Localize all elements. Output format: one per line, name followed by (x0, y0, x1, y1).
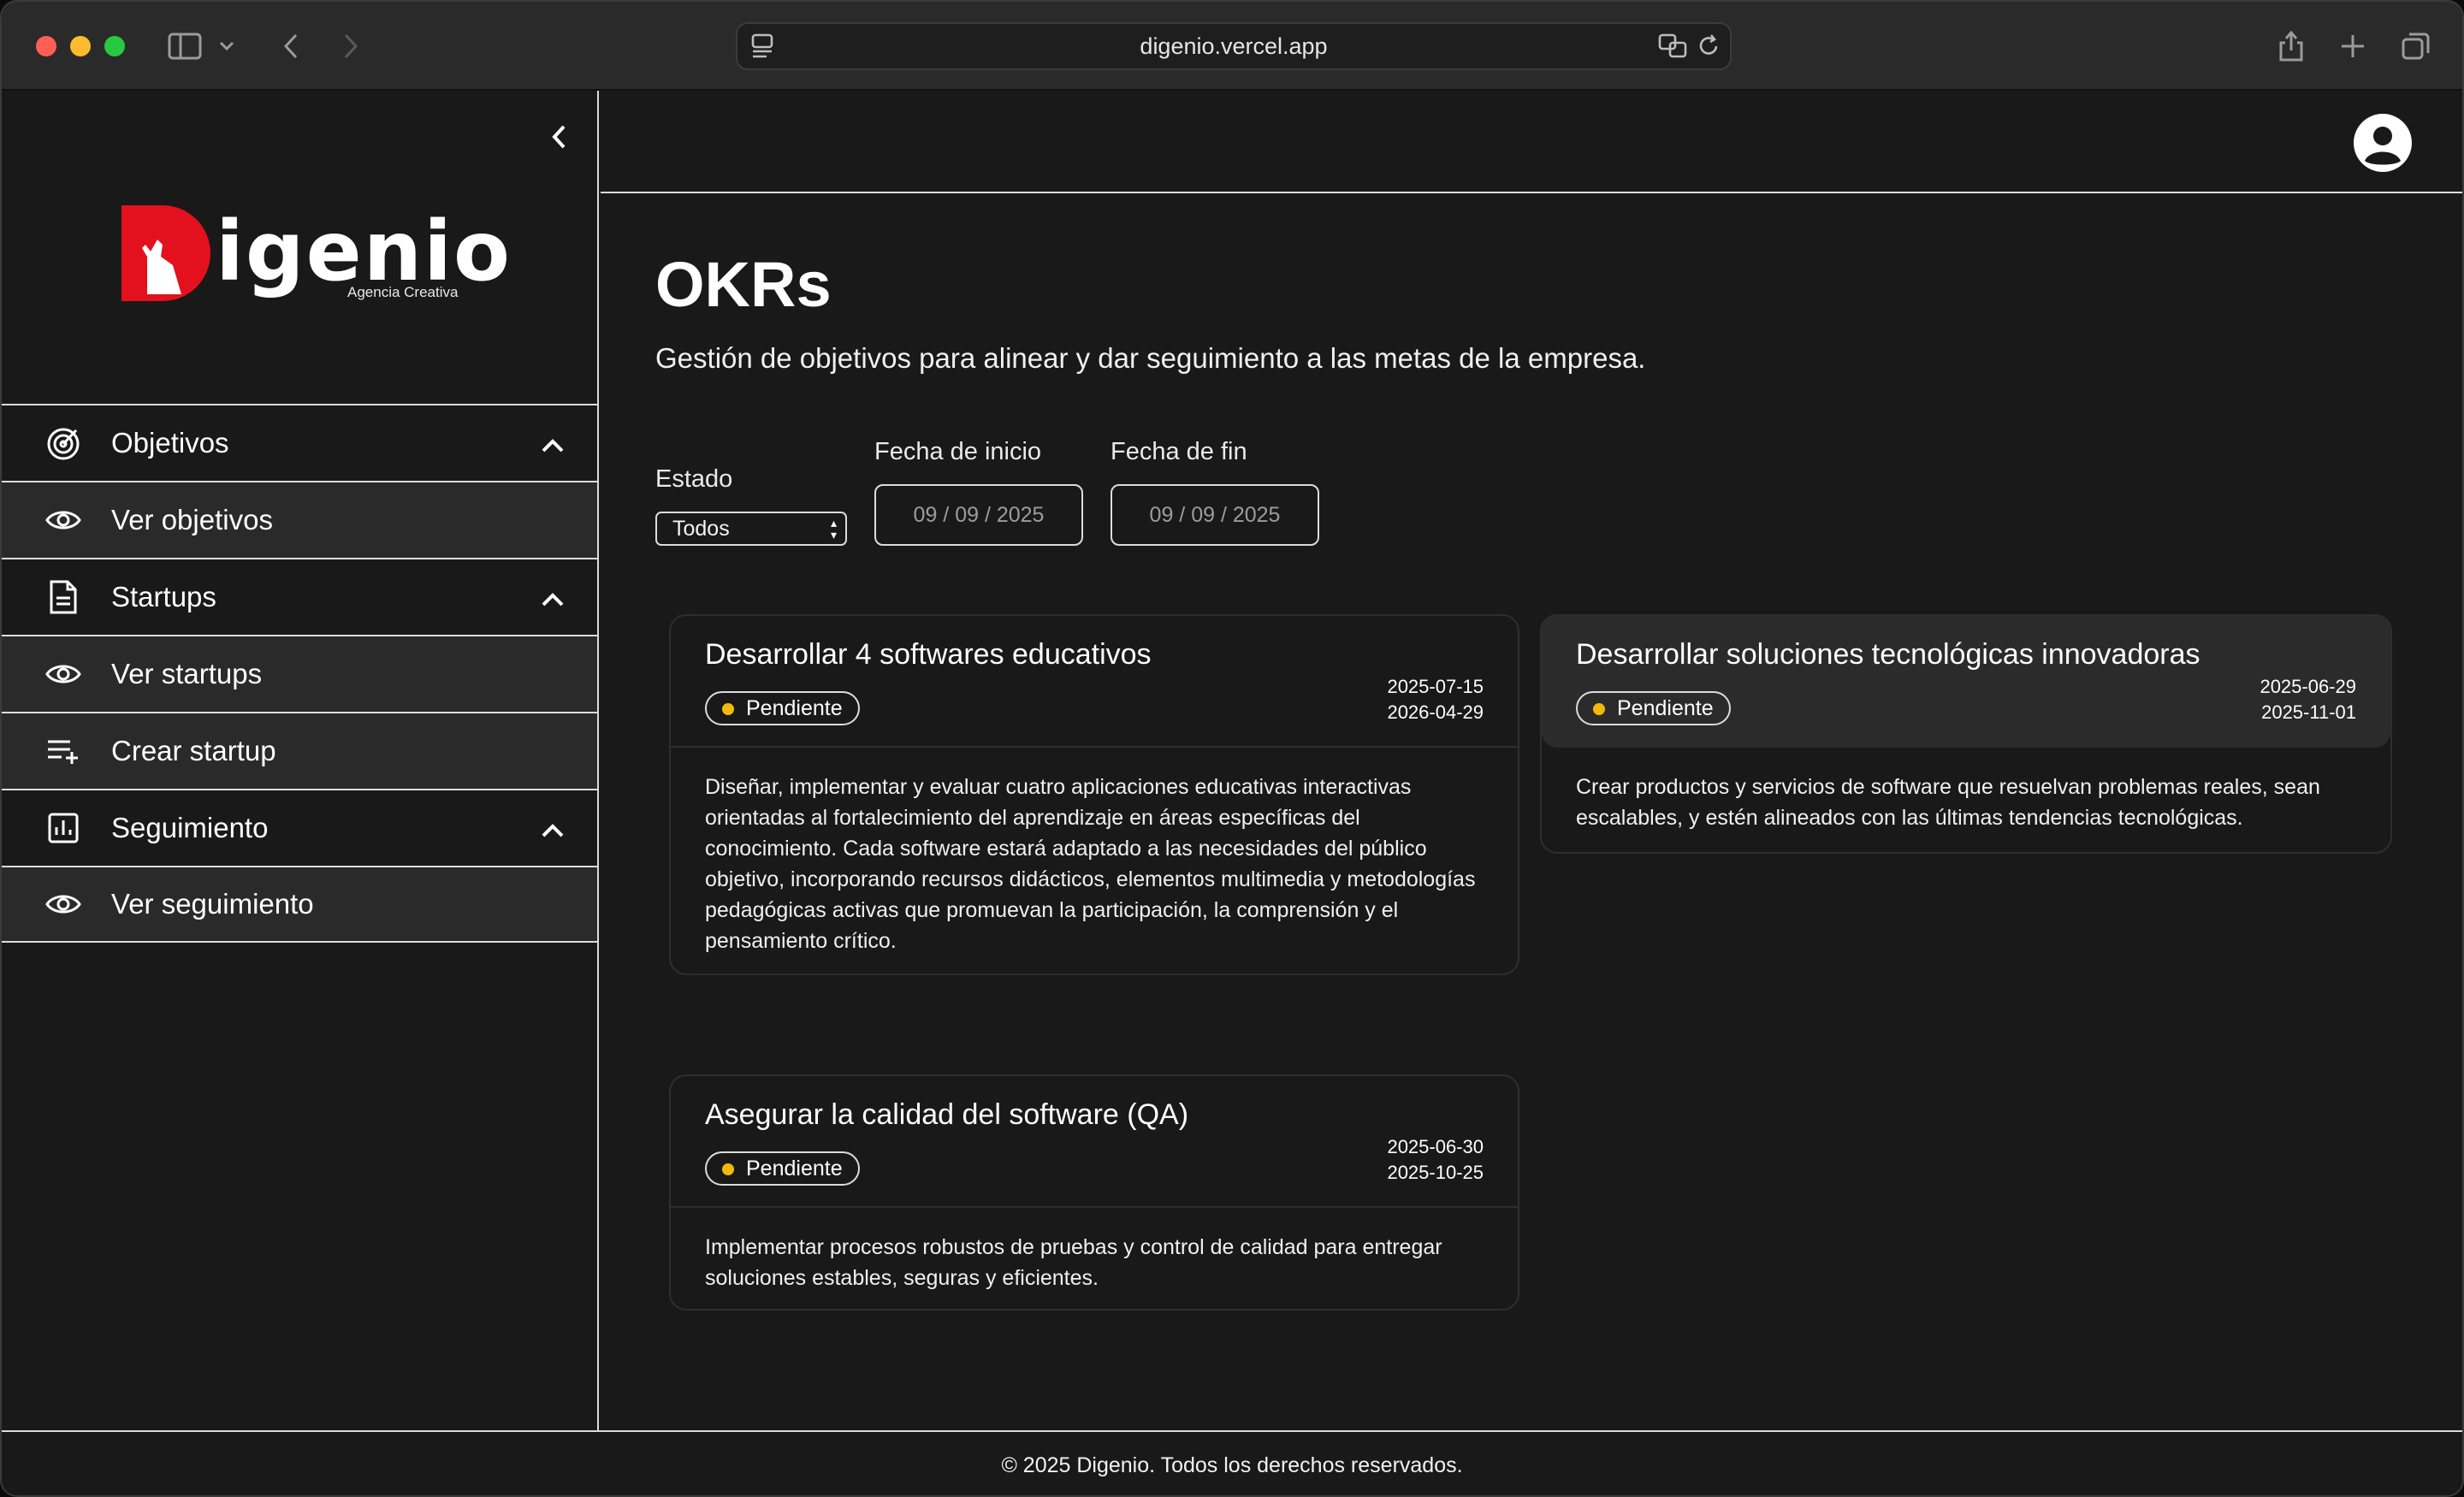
okr-card[interactable]: Desarrollar soluciones tecnológicas inno… (1540, 614, 2392, 854)
sidebar-menu: Objetivos Ver objetivos Startups Ver sta… (2, 404, 597, 943)
okr-end-date: 2026-04-29 (1387, 701, 1484, 723)
document-icon (44, 578, 82, 616)
page-menu-icon[interactable] (749, 33, 775, 66)
okr-end-date: 2025-10-25 (1387, 1162, 1484, 1183)
sidebar-item-label: Ver startups (111, 658, 263, 689)
status-badge: Pendiente (705, 691, 860, 725)
eye-icon (44, 655, 82, 693)
status-badge: Pendiente (1576, 691, 1731, 725)
status-text: Pendiente (1617, 695, 1714, 720)
estado-select[interactable]: Todos ▴ ▾ (655, 512, 847, 546)
browser-titlebar: digenio.vercel.app (2, 2, 2462, 91)
zoom-window-button[interactable] (104, 36, 125, 56)
reload-icon[interactable] (1696, 33, 1721, 66)
browser-window: digenio.vercel.app igenio Agencia Creati… (0, 0, 2464, 1497)
okr-description: Implementar procesos robustos de pruebas… (705, 1235, 1442, 1290)
address-bar[interactable]: digenio.vercel.app (736, 22, 1732, 70)
status-badge: Pendiente (705, 1151, 860, 1186)
fecha-fin-label: Fecha de fin (1111, 438, 1247, 465)
collapse-sidebar-button[interactable] (544, 121, 575, 152)
okr-dates: 2025-06-30 2025-10-25 (1387, 1134, 1484, 1186)
playlist-add-icon (44, 732, 82, 770)
tab-overview-icon[interactable] (2397, 27, 2435, 65)
user-avatar-icon[interactable] (2353, 113, 2413, 173)
chevron-down-icon[interactable] (214, 27, 240, 65)
okr-card[interactable]: Desarrollar 4 softwares educativos Pendi… (669, 614, 1519, 975)
sidebar-item-ver-startups[interactable]: Ver startups (2, 635, 597, 712)
page-description: Gestión de objetivos para alinear y dar … (655, 342, 1646, 374)
sidebar-item-objetivos[interactable]: Objetivos (2, 404, 597, 481)
sidebar-toggle-icon[interactable] (166, 27, 204, 65)
sidebar-item-seguimiento[interactable]: Seguimiento (2, 789, 597, 866)
eye-icon (44, 501, 82, 539)
okr-dates: 2025-06-29 2025-11-01 (2260, 674, 2356, 725)
chevron-up-icon[interactable] (541, 583, 565, 615)
target-icon (44, 424, 82, 462)
chevron-up-icon[interactable] (541, 814, 565, 846)
okr-start-date: 2025-06-29 (2260, 676, 2356, 697)
close-window-button[interactable] (36, 36, 56, 56)
sidebar-item-label: Startups (111, 581, 216, 612)
status-text: Pendiente (746, 1156, 843, 1180)
new-tab-icon[interactable] (2334, 27, 2372, 65)
sidebar-item-label: Seguimiento (111, 812, 269, 843)
sidebar: igenio Agencia Creativa Objetivos Ver ob… (2, 91, 599, 1430)
okr-title: Desarrollar soluciones tecnológicas inno… (1576, 638, 2200, 671)
footer-text: © 2025 Digenio. Todos los derechos reser… (1001, 1453, 1463, 1477)
estado-select-value: Todos (672, 516, 730, 541)
sidebar-item-crear-startup[interactable]: Crear startup (2, 712, 597, 789)
chart-icon (44, 809, 82, 847)
sidebar-item-label: Objetivos (111, 427, 229, 459)
sidebar-item-ver-objetivos[interactable]: Ver objetivos (2, 481, 597, 558)
status-dot (722, 703, 734, 715)
sidebar-item-ver-seguimiento[interactable]: Ver seguimiento (2, 866, 597, 943)
okr-title: Asegurar la calidad del software (QA) (705, 1098, 1189, 1131)
eye-icon (44, 885, 82, 923)
select-arrows-icon: ▴ ▾ (830, 516, 837, 541)
okr-title: Desarrollar 4 softwares educativos (705, 638, 1152, 671)
okr-description: Crear productos y servicios de software … (1576, 775, 2320, 830)
fecha-inicio-label: Fecha de inicio (874, 438, 1042, 465)
status-dot (722, 1163, 734, 1175)
footer: © 2025 Digenio. Todos los derechos reser… (2, 1430, 2462, 1495)
okr-description: Diseñar, implementar y evaluar cuatro ap… (705, 775, 1476, 953)
page-title: OKRs (655, 249, 832, 320)
status-text: Pendiente (746, 695, 843, 720)
okr-card-header: Asegurar la calidad del software (QA) Pe… (671, 1076, 1518, 1208)
okr-card-header: Desarrollar soluciones tecnológicas inno… (1542, 616, 2390, 748)
okr-end-date: 2025-11-01 (2261, 701, 2356, 723)
minimize-window-button[interactable] (70, 36, 91, 56)
okr-start-date: 2025-07-15 (1387, 676, 1484, 697)
okr-card-header: Desarrollar 4 softwares educativos Pendi… (671, 616, 1518, 748)
estado-label: Estado (655, 465, 733, 493)
top-bar (601, 91, 2462, 193)
sidebar-item-label: Ver seguimiento (111, 888, 314, 920)
share-icon[interactable] (2272, 27, 2310, 65)
forward-icon[interactable] (332, 27, 370, 65)
translate-icon[interactable] (1658, 33, 1689, 66)
digenio-logo: igenio Agencia Creativa (121, 200, 510, 303)
okr-card[interactable]: Asegurar la calidad del software (QA) Pe… (669, 1074, 1519, 1311)
chevron-up-icon[interactable] (541, 429, 565, 461)
fecha-fin-input[interactable]: 09 / 09 / 2025 (1111, 484, 1319, 546)
fecha-inicio-input[interactable]: 09 / 09 / 2025 (874, 484, 1083, 546)
logo-tagline: Agencia Creativa (347, 284, 459, 300)
status-dot (1593, 703, 1605, 715)
back-icon[interactable] (272, 27, 310, 65)
sidebar-item-label: Crear startup (111, 735, 276, 766)
logo-d-mark (121, 205, 210, 301)
sidebar-item-startups[interactable]: Startups (2, 558, 597, 635)
url-text: digenio.vercel.app (1140, 33, 1328, 59)
okr-dates: 2025-07-15 2026-04-29 (1387, 674, 1484, 725)
okr-start-date: 2025-06-30 (1387, 1136, 1484, 1157)
sidebar-item-label: Ver objetivos (111, 504, 273, 535)
main-content: OKRs Gestión de objetivos para alinear y… (601, 195, 2462, 1430)
